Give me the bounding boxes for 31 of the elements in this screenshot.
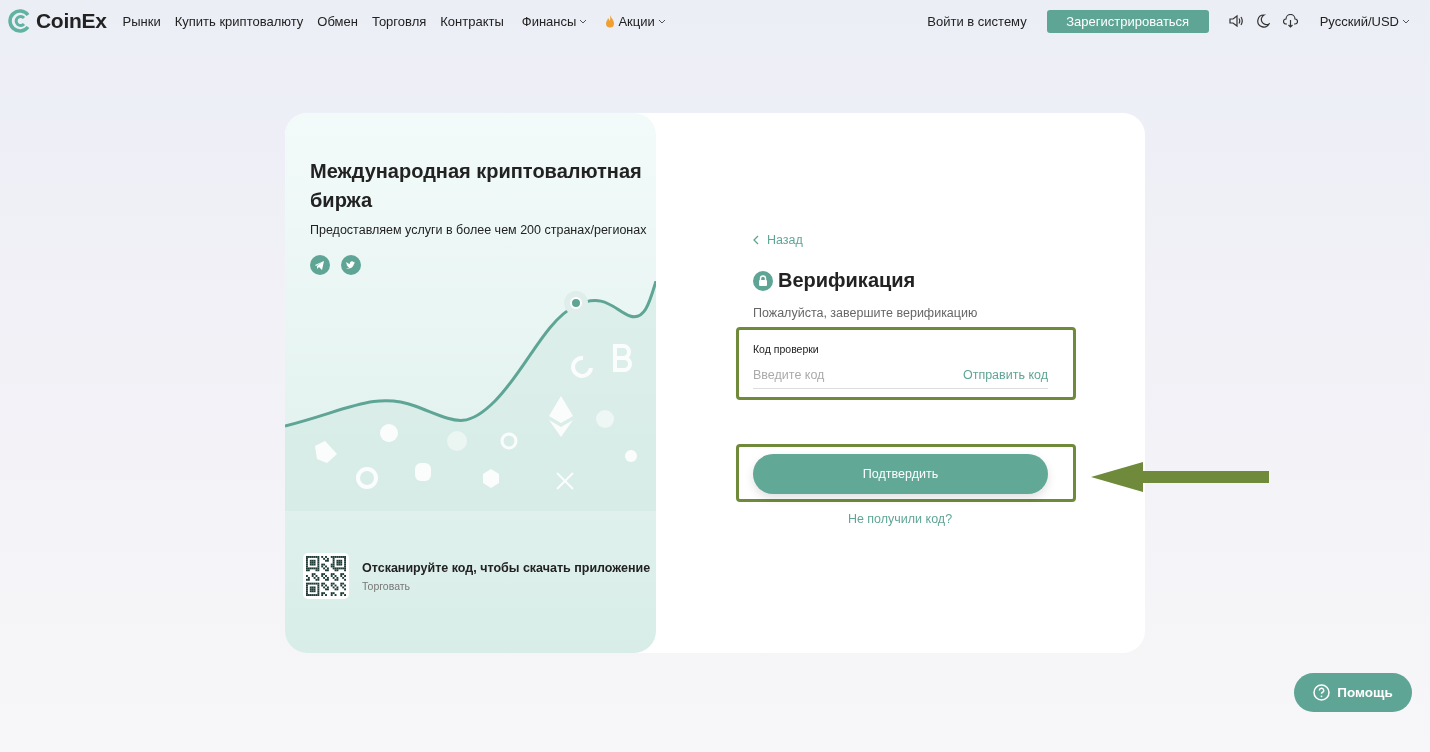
nav-link[interactable]: Купить криптовалюту xyxy=(174,13,304,29)
qr-subtitle: Торговать xyxy=(362,579,412,592)
qr-code-icon xyxy=(306,556,346,596)
login-link[interactable]: Войти в систему xyxy=(927,13,1027,29)
nav-link[interactable]: Контракты xyxy=(440,13,504,29)
nav-link[interactable]: Финансы xyxy=(521,13,588,29)
nav-link[interactable]: Акции xyxy=(605,13,666,29)
promo-title: Международная криптовалютная биржа xyxy=(310,159,643,213)
point-marker xyxy=(564,291,588,315)
chevron-left-icon xyxy=(753,235,759,245)
caret-icon xyxy=(657,18,666,24)
form-subtitle: Пожалуйста, завершите верификацию xyxy=(753,306,979,320)
form-title: Верификация xyxy=(778,269,916,292)
nav-link[interactable]: Торговля xyxy=(371,13,427,29)
language-selector[interactable]: Русский/USD xyxy=(1319,13,1410,29)
caret-icon xyxy=(1402,18,1410,24)
lock-icon xyxy=(753,270,773,291)
speaker-icon[interactable] xyxy=(1228,14,1244,28)
fire-icon xyxy=(605,14,616,28)
twitter-icon[interactable] xyxy=(341,255,361,275)
logo-text[interactable]: CoinEx xyxy=(36,9,107,33)
promo-subtitle: Предоставляем услуги в более чем 200 странах/регионах xyxy=(310,223,648,237)
field-label: Код проверки xyxy=(753,343,820,355)
nav-link[interactable]: Обмен xyxy=(317,13,358,29)
cloud-download-icon[interactable] xyxy=(1282,14,1298,28)
moon-icon[interactable] xyxy=(1256,14,1270,28)
caret-icon xyxy=(579,18,588,24)
telegram-icon[interactable] xyxy=(310,255,330,275)
nav-link[interactable]: Рынки xyxy=(122,13,161,29)
qr-title: Отсканируйте код, чтобы скачать приложение xyxy=(362,560,651,575)
question-icon xyxy=(1313,684,1331,701)
